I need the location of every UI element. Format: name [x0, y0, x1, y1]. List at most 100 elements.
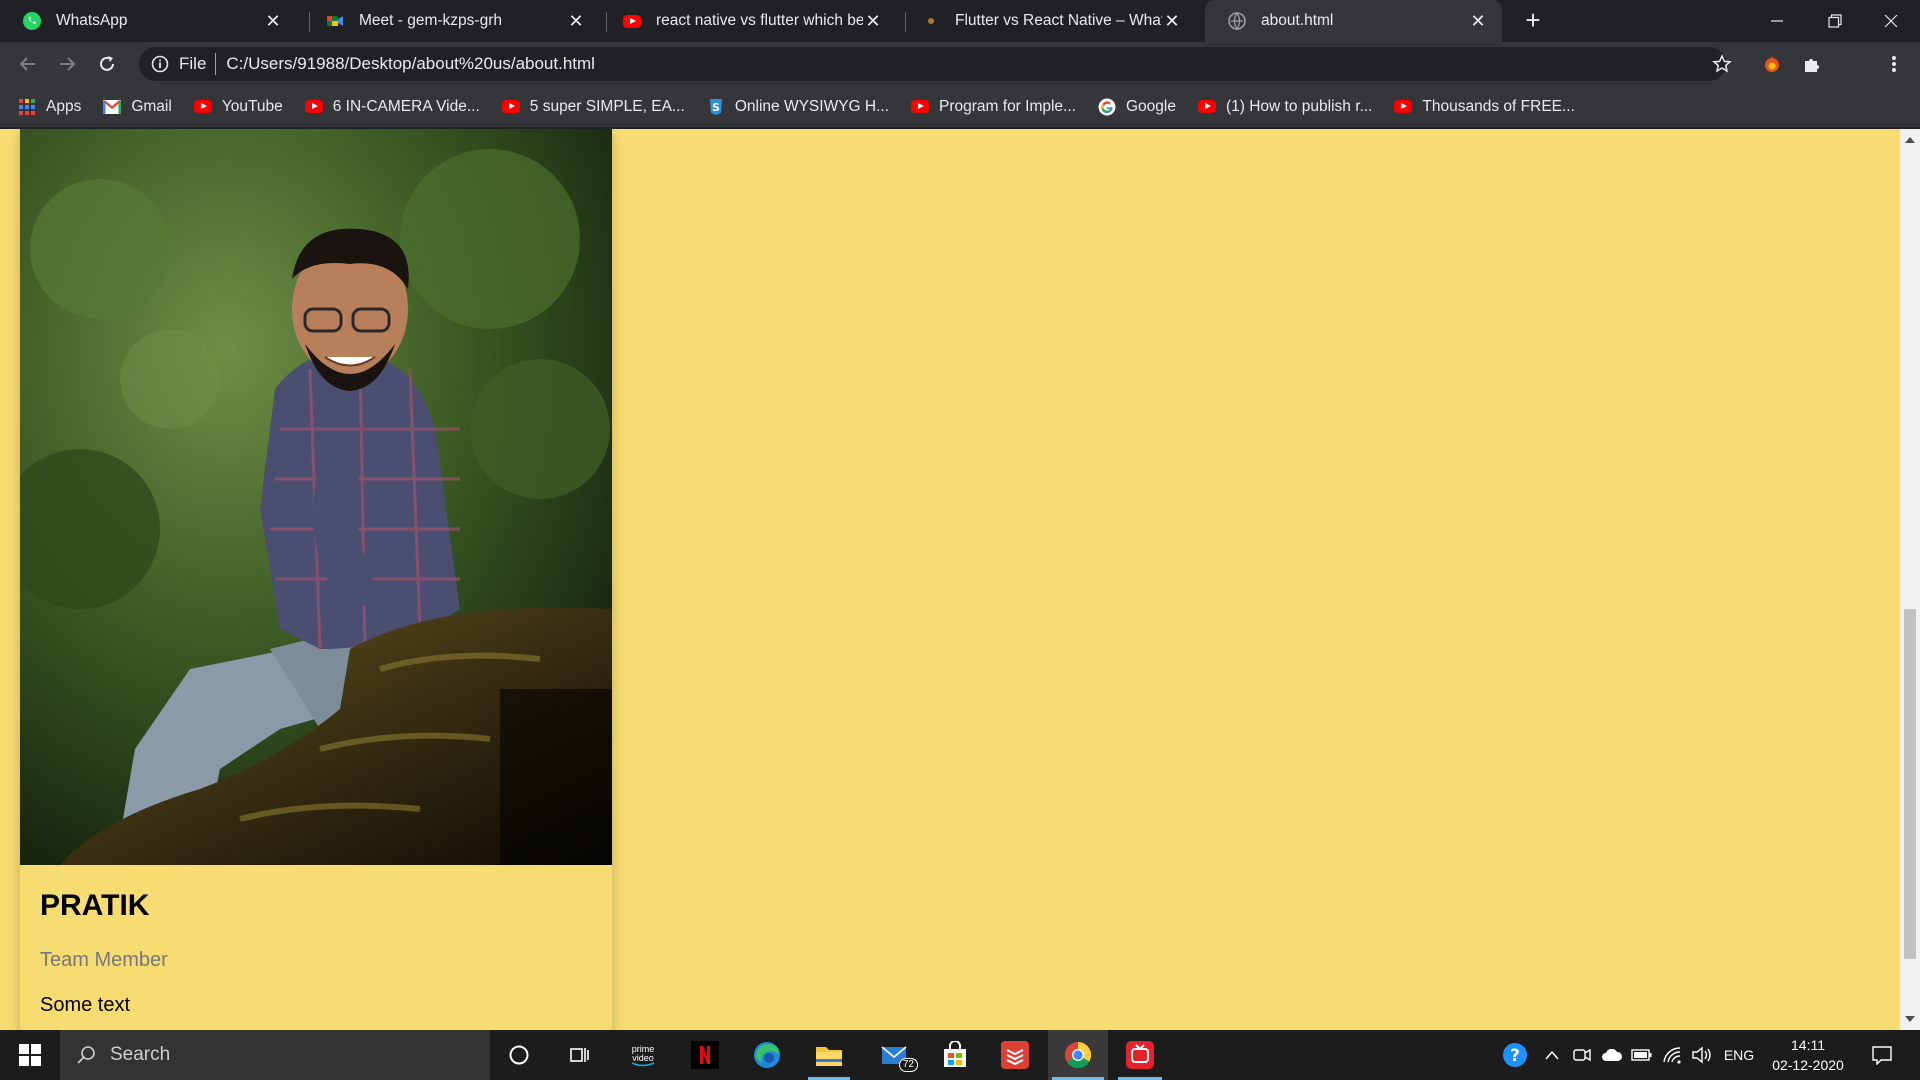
close-tab-icon[interactable]: ✕ [566, 11, 586, 31]
gmail-icon [103, 98, 122, 116]
bookmark-wysiwyg[interactable]: S Online WYSIWYG H... [707, 98, 889, 116]
show-hidden-icons-button[interactable] [1538, 1030, 1566, 1080]
bookmark-gmail[interactable]: Gmail [103, 97, 172, 116]
bookmark-program[interactable]: Program for Imple... [911, 98, 1076, 116]
info-icon[interactable] [151, 55, 169, 73]
cortana-button[interactable] [490, 1030, 548, 1080]
tab-meet[interactable]: Meet - gem-kzps-grh ✕ [303, 0, 600, 42]
close-tab-icon[interactable]: ✕ [1162, 11, 1182, 31]
close-window-button[interactable] [1862, 0, 1920, 42]
tab-title: WhatsApp [56, 12, 128, 29]
file-explorer-app[interactable] [800, 1030, 858, 1080]
clock-time: 14:11 [1791, 1037, 1825, 1053]
cloud-icon [1602, 1048, 1623, 1061]
close-tab-icon[interactable]: ✕ [1468, 11, 1488, 31]
page-viewport: PRATIK Team Member Some text [0, 129, 1900, 1030]
network-tray[interactable] [1658, 1030, 1686, 1080]
tab-about-html[interactable]: about.html ✕ [1205, 0, 1502, 42]
task-view-icon [570, 1048, 589, 1062]
extension-button[interactable] [1760, 52, 1784, 76]
member-description: Some text [40, 994, 131, 1016]
bookmark-apps[interactable]: Apps [18, 98, 81, 116]
prime-video-icon: primevideo [631, 1044, 655, 1067]
google-icon [1098, 98, 1116, 116]
member-name: PRATIK [40, 889, 150, 922]
cortana-icon [509, 1045, 529, 1065]
wysiwyg-icon: S [707, 98, 725, 116]
address-bar[interactable]: File C:/Users/91988/Desktop/about%20us/a… [139, 47, 1726, 81]
browser-menu-button[interactable] [1882, 52, 1906, 76]
start-button[interactable] [0, 1030, 60, 1080]
bookmark-label: Program for Imple... [939, 97, 1076, 115]
arrow-right-icon [60, 57, 76, 71]
scroll-up-arrow-icon[interactable] [1905, 137, 1915, 143]
bookmark-youtube[interactable]: YouTube [193, 97, 283, 116]
bookmark-google[interactable]: Google [1098, 98, 1176, 116]
battery-tray[interactable] [1628, 1030, 1656, 1080]
bookmark-how-to-publish[interactable]: (1) How to publish r... [1197, 98, 1372, 116]
bookmark-in-camera[interactable]: 6 IN-CAMERA Vide... [304, 97, 480, 116]
language-indicator[interactable]: ENG [1720, 1030, 1758, 1080]
scroll-down-arrow-icon[interactable] [1905, 1016, 1915, 1022]
tab-title: react native vs flutter which best [656, 12, 863, 29]
scrollbar-thumb[interactable] [1904, 609, 1916, 959]
bookmark-label: 6 IN-CAMERA Vide... [332, 97, 480, 115]
taskbar-search-box[interactable]: Search [60, 1030, 490, 1080]
restore-icon [1828, 14, 1842, 28]
media-app[interactable] [1110, 1030, 1170, 1080]
tab-title: about.html [1261, 12, 1334, 29]
close-tab-icon[interactable]: ✕ [863, 11, 883, 31]
puzzle-icon [1805, 59, 1819, 72]
bookmark-label: Gmail [131, 97, 172, 115]
bookmark-super-simple[interactable]: 5 super SIMPLE, EA... [501, 98, 685, 116]
meet-now-tray[interactable] [1568, 1030, 1596, 1080]
todoist-icon [1001, 1041, 1029, 1069]
prime-video-app[interactable]: prime video [614, 1030, 672, 1080]
notification-icon [1872, 1046, 1892, 1065]
onedrive-tray[interactable] [1598, 1030, 1626, 1080]
bookmark-label: YouTube [221, 97, 283, 115]
netflix-app[interactable] [676, 1030, 734, 1080]
url-text[interactable]: C:/Users/91988/Desktop/about%20us/about.… [226, 54, 595, 74]
bookmarks-bar: Apps Gmail YouTube 6 IN-CAMERA Vide... 5… [0, 86, 1920, 128]
restore-button[interactable] [1806, 0, 1864, 42]
microsoft-store-app[interactable] [926, 1030, 984, 1080]
svg-text:video: video [632, 1053, 654, 1063]
bookmark-thousands-free[interactable]: Thousands of FREE... [1394, 98, 1575, 116]
extensions-menu-button[interactable] [1800, 52, 1824, 76]
task-view-button[interactable] [551, 1030, 609, 1080]
mail-app[interactable]: 72 [866, 1030, 924, 1080]
bookmark-label: Apps [46, 97, 82, 115]
reload-button[interactable] [91, 48, 123, 80]
tab-title: Flutter vs React Native – What to [955, 12, 1162, 29]
profile-photo [20, 129, 612, 865]
page-scrollbar[interactable] [1900, 129, 1920, 1030]
bookmark-star-button[interactable] [1710, 52, 1734, 76]
edge-app[interactable] [738, 1030, 796, 1080]
back-button[interactable] [12, 48, 44, 80]
chrome-app[interactable] [1048, 1030, 1108, 1080]
close-tab-icon[interactable]: ✕ [263, 11, 283, 31]
google-meet-icon [325, 11, 345, 31]
taskbar-clock[interactable]: 14:11 02-12-2020 [1760, 1035, 1856, 1075]
action-center-button[interactable] [1862, 1030, 1902, 1080]
tab-flutter-article[interactable]: Flutter vs React Native – What to ✕ [899, 0, 1196, 42]
todoist-app[interactable] [986, 1030, 1044, 1080]
arrow-left-icon [19, 57, 35, 71]
tab-whatsapp[interactable]: WhatsApp ✕ [0, 0, 297, 42]
svg-text:S: S [712, 101, 720, 114]
tv-app-icon [1126, 1041, 1154, 1069]
youtube-icon [622, 11, 642, 31]
help-tray-button[interactable]: ? [1498, 1030, 1532, 1080]
new-tab-button[interactable]: + [1520, 7, 1546, 34]
help-icon: ? [1503, 1043, 1527, 1067]
tab-youtube-video[interactable]: react native vs flutter which best ✕ [600, 0, 897, 42]
wifi-icon [1663, 1047, 1681, 1064]
star-icon [1712, 54, 1732, 73]
volume-tray[interactable] [1688, 1030, 1716, 1080]
forward-button[interactable] [51, 48, 83, 80]
extension-fire-icon [1765, 56, 1779, 72]
minimize-button[interactable] [1748, 0, 1806, 42]
youtube-icon [1394, 98, 1413, 116]
address-divider [215, 53, 217, 75]
